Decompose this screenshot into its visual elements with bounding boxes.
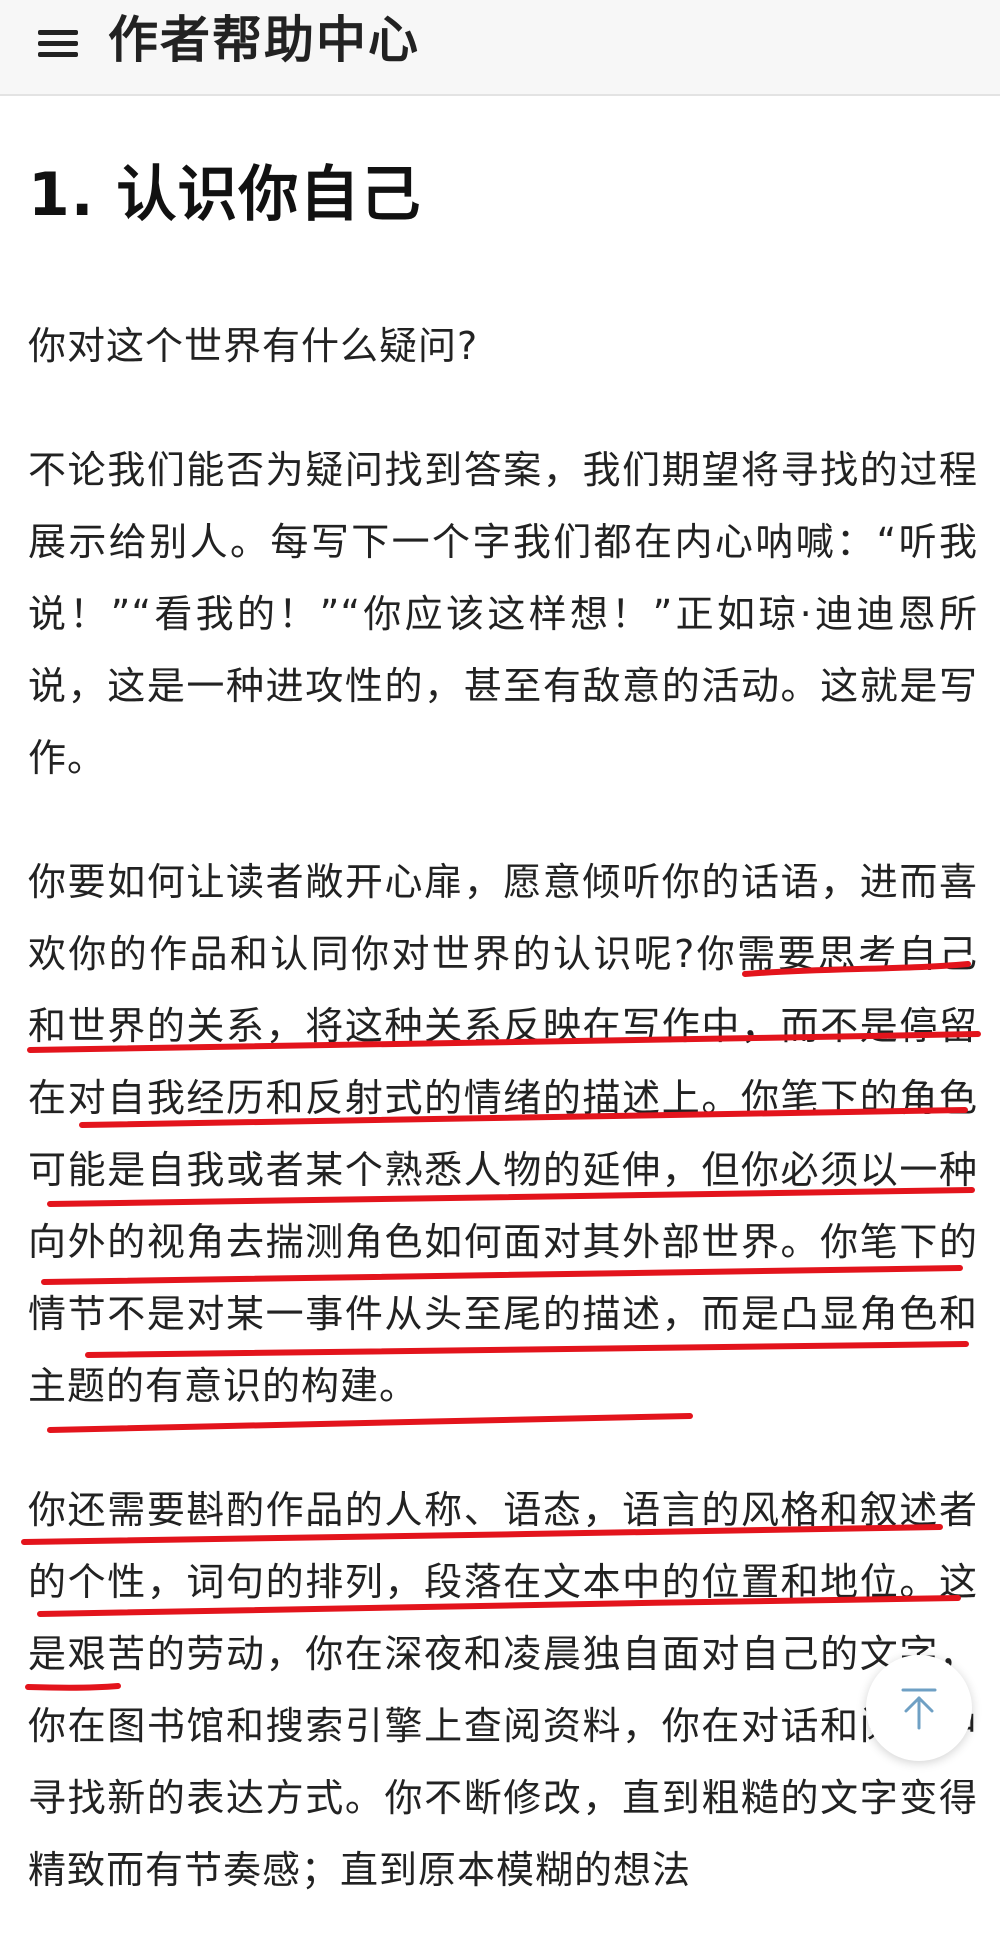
- arrow-up-to-top-icon: [901, 1688, 937, 1730]
- back-to-top-button[interactable]: [866, 1655, 972, 1761]
- paragraph-writing-intro: 不论我们能否为疑问找到答案，我们期望将寻找的过程展示给别人。每写下一个字我们都在…: [28, 448, 978, 780]
- top-app-bar: 作者帮助中心: [0, 0, 1000, 96]
- paragraph-craft: 你还需要斟酌作品的人称、语态，语言的风格和叙述者的个性，词句的排列，段落在文本中…: [28, 1488, 978, 1892]
- article-content: 1. 认识你自己 你对这个世界有什么疑问? 不论我们能否为疑问找到答案，我们期望…: [28, 150, 978, 1958]
- section-heading: 1. 认识你自己: [28, 160, 422, 230]
- app-title: 作者帮助中心: [108, 11, 420, 69]
- hamburger-menu-icon[interactable]: [38, 26, 82, 62]
- paragraph-question: 你对这个世界有什么疑问?: [28, 324, 479, 368]
- paragraph-reader-relation: 你要如何让读者敞开心扉，愿意倾听你的话语，进而喜欢你的作品和认同你对世界的认识呢…: [28, 860, 978, 1408]
